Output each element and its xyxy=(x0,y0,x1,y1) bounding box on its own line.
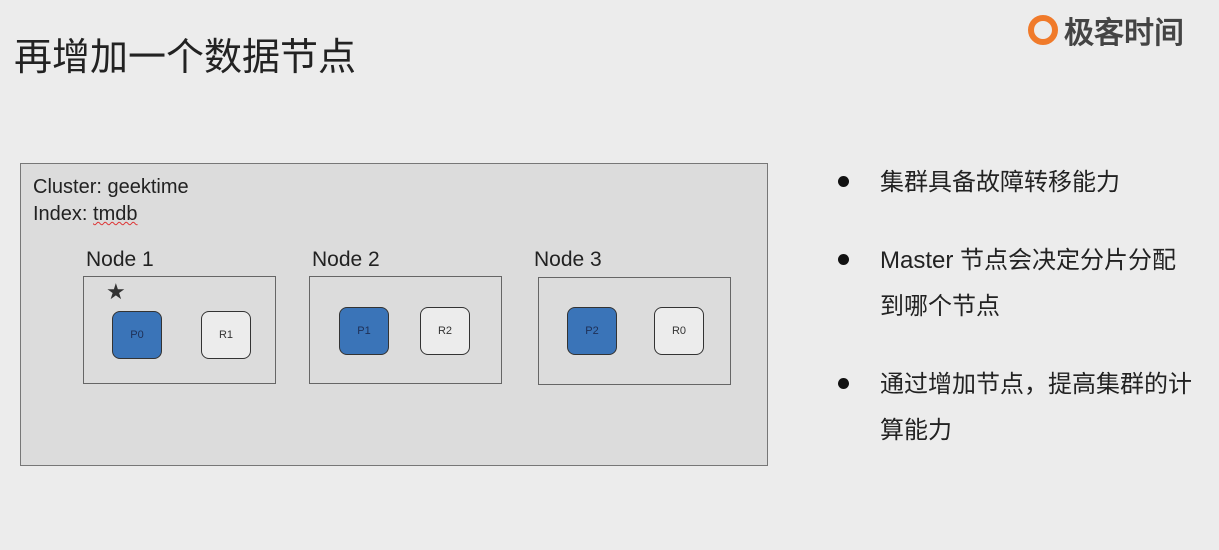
shard-p0: P0 xyxy=(112,311,162,359)
bullet-item: 集群具备故障转移能力 xyxy=(838,160,1198,206)
index-value: tmdb xyxy=(93,203,138,225)
logo: 极客时间 xyxy=(1028,8,1184,52)
node-1: ★ P0 R1 xyxy=(83,276,276,384)
node-3: P2 R0 xyxy=(538,277,731,385)
bullet-dot-icon xyxy=(838,378,849,389)
shard-p2: P2 xyxy=(567,307,617,355)
node-1-label: Node 1 xyxy=(86,248,154,271)
shard-r2: R2 xyxy=(420,307,470,355)
cluster-diagram: Cluster: geektime Index: tmdb Node 1 ★ P… xyxy=(20,163,768,466)
cluster-name: Cluster: geektime xyxy=(33,176,189,198)
bullet-item: Master 节点会决定分片分配到哪个节点 xyxy=(838,238,1198,330)
bullet-text: 通过增加节点，提高集群的计算能力 xyxy=(880,371,1192,444)
bullet-dot-icon xyxy=(838,254,849,265)
shard-r0: R0 xyxy=(654,307,704,355)
bullet-text: 集群具备故障转移能力 xyxy=(880,169,1120,196)
shard-r1: R1 xyxy=(201,311,251,359)
master-star-icon: ★ xyxy=(106,279,126,304)
bullet-list: 集群具备故障转移能力 Master 节点会决定分片分配到哪个节点 通过增加节点，… xyxy=(838,160,1198,486)
node-2: P1 R2 xyxy=(309,276,502,384)
index-label: Index: xyxy=(33,203,94,225)
bullet-dot-icon xyxy=(838,176,849,187)
index-line: Index: tmdb xyxy=(33,203,138,226)
bullet-item: 通过增加节点，提高集群的计算能力 xyxy=(838,362,1198,454)
logo-text: 极客时间 xyxy=(1064,17,1184,50)
shard-p1: P1 xyxy=(339,307,389,355)
slide-title: 再增加一个数据节点 xyxy=(14,37,357,79)
bullet-text: Master 节点会决定分片分配到哪个节点 xyxy=(880,247,1177,320)
logo-icon xyxy=(1028,15,1058,45)
node-3-label: Node 3 xyxy=(534,248,602,271)
node-2-label: Node 2 xyxy=(312,248,380,271)
